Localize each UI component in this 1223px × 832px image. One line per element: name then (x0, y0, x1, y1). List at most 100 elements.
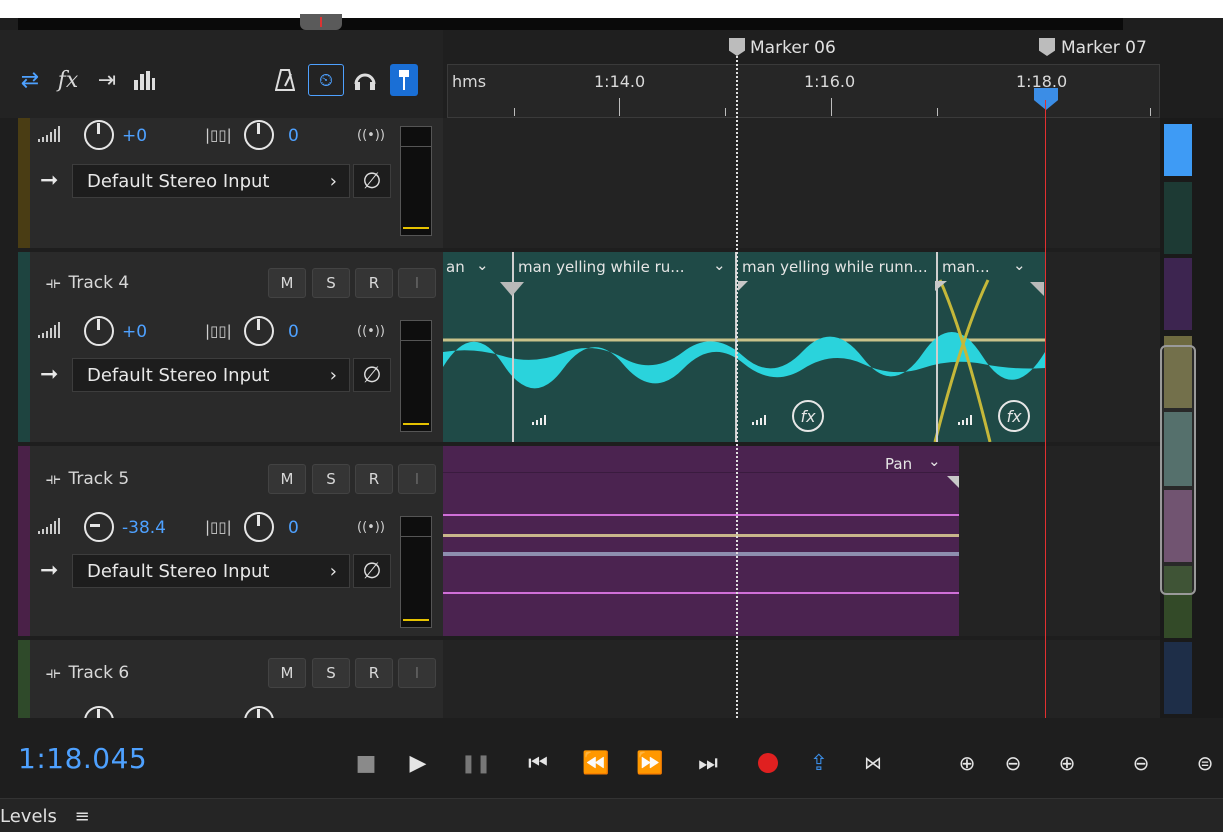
track-6-lane[interactable] (443, 640, 1160, 718)
eq-bars-icon[interactable] (126, 64, 162, 96)
sends-icon[interactable]: ⇥ (92, 64, 122, 96)
levels-panel-title[interactable]: Levels (0, 806, 57, 827)
track-5-stereo-icon[interactable]: ((•)) (357, 520, 385, 535)
track-4-input-arrow-icon: ➞ (40, 362, 59, 387)
zoom-in-amplitude-icon[interactable]: ⊕ (950, 748, 984, 778)
clip-fx-icon[interactable]: fx (792, 400, 824, 432)
track-5-clip-area[interactable] (443, 446, 959, 636)
envelope-line[interactable] (443, 514, 959, 516)
chevron-down-icon[interactable]: ⌄ (476, 256, 489, 274)
time-select-icon[interactable]: ⏲ (308, 64, 344, 96)
marker-07-label[interactable]: Marker 07 (1061, 38, 1147, 58)
track-4-input-select[interactable]: Default Stereo Input › (72, 358, 350, 392)
track-3-input-select[interactable]: Default Stereo Input › (72, 164, 350, 198)
track-6-name-row[interactable]: ⟛ Track 6 (46, 658, 129, 688)
marker-06-label[interactable]: Marker 06 (750, 38, 836, 58)
track-6-volume-knob[interactable] (84, 706, 114, 718)
track-3-pan-knob[interactable] (244, 120, 274, 150)
track-5-mute-button[interactable]: M (268, 464, 306, 494)
clip-boundary[interactable] (512, 252, 514, 442)
track-4-record-button[interactable]: R (355, 268, 393, 298)
track-6-pan-knob[interactable] (244, 706, 274, 718)
panel-menu-icon[interactable]: ≡ (75, 806, 90, 827)
clip-volume-icon[interactable] (752, 410, 766, 429)
envelope-line[interactable] (443, 592, 959, 594)
track-5-name-row[interactable]: ⟛ Track 5 (46, 464, 129, 494)
track-4-mute-button[interactable]: M (268, 268, 306, 298)
track-4-input-monitor-button[interactable]: I (398, 268, 436, 298)
zoom-in-time-icon[interactable]: ⊕ (1050, 748, 1084, 778)
track-3-volume-knob[interactable] (84, 120, 114, 150)
track-5-volume-knob[interactable] (84, 512, 114, 542)
track-5-envelope-label[interactable]: Pan (885, 455, 912, 473)
snap-icon[interactable] (390, 64, 418, 96)
track-6-input-monitor-button[interactable]: I (398, 658, 436, 688)
clip-volume-icon[interactable] (958, 410, 972, 429)
track-5-input-monitor-button[interactable]: I (398, 464, 436, 494)
track-6-name[interactable]: Track 6 (69, 663, 130, 683)
track-6-mute-button[interactable]: M (268, 658, 306, 688)
track-4-name-row[interactable]: ⟛ Track 4 (46, 268, 129, 298)
clip-fx-icon[interactable]: fx (998, 400, 1030, 432)
track-4-solo-button[interactable]: S (312, 268, 350, 298)
track-4-volume-value[interactable]: +0 (122, 322, 147, 342)
loop-playback-icon[interactable]: ⇪ (804, 748, 834, 778)
zoom-out-time-icon[interactable]: ⊖ (1124, 748, 1158, 778)
track-5-name[interactable]: Track 5 (69, 469, 130, 489)
track-4-pan-value[interactable]: 0 (288, 322, 299, 342)
skip-to-end-icon[interactable]: ⏭ (694, 748, 722, 778)
track-5-pan-value[interactable]: 0 (288, 518, 299, 538)
track-4-name[interactable]: Track 4 (69, 273, 130, 293)
rewind-icon[interactable]: ⏪ (578, 748, 614, 778)
track-3-pan-value[interactable]: 0 (288, 126, 299, 146)
fade-handle-icon[interactable] (500, 282, 524, 296)
track-4-clip-1-title[interactable]: an (446, 258, 465, 276)
loop-icon[interactable]: ⇄ (18, 64, 42, 96)
overview-viewport-handle[interactable] (1160, 345, 1196, 595)
skip-to-start-icon[interactable]: ⏮ (524, 748, 552, 778)
chevron-down-icon[interactable]: ⌄ (928, 452, 941, 470)
zoom-navigator-handle[interactable] (300, 14, 342, 30)
track-5-input-select[interactable]: Default Stereo Input › (72, 554, 350, 588)
track-5-solo-button[interactable]: S (312, 464, 350, 494)
levels-panel-tab[interactable]: Levels ≡ (0, 806, 90, 827)
track-3-stereo-icon[interactable]: ((•)) (357, 128, 385, 143)
track-4-clip-4-title[interactable]: man... (942, 258, 990, 276)
track-4-volume-knob[interactable] (84, 316, 114, 346)
zoom-out-amplitude-icon[interactable]: ⊖ (996, 748, 1030, 778)
track-4-phase-invert-button[interactable]: ∅ (353, 358, 391, 392)
track-4-clip-3-title[interactable]: man yelling while runn... (742, 258, 928, 276)
play-icon[interactable]: ▶ (404, 748, 432, 778)
track-4-stereo-icon[interactable]: ((•)) (357, 324, 385, 339)
track-4-clip-2-title[interactable]: man yelling while ru... (518, 258, 685, 276)
record-icon[interactable] (754, 748, 782, 778)
track-6-record-button[interactable]: R (355, 658, 393, 688)
zoom-full-icon[interactable]: ⊜ (1190, 748, 1220, 778)
track-3-phase-invert-button[interactable]: ∅ (353, 164, 391, 198)
track-5-volume-value[interactable]: -38.4 (122, 518, 166, 538)
chevron-down-icon[interactable]: ⌄ (713, 256, 726, 274)
skip-selection-icon[interactable]: ⋈ (858, 748, 888, 778)
track-5-pan-knob[interactable] (244, 512, 274, 542)
envelope-line[interactable] (443, 534, 959, 537)
fade-handle-icon[interactable] (1030, 282, 1044, 296)
track-3-lane[interactable] (443, 118, 1160, 248)
fast-forward-icon[interactable]: ⏩ (632, 748, 668, 778)
track-5-phase-invert-button[interactable]: ∅ (353, 554, 391, 588)
clip-volume-icon[interactable] (532, 410, 546, 429)
track-4-pan-knob[interactable] (244, 316, 274, 346)
track-6-solo-button[interactable]: S (312, 658, 350, 688)
headphones-icon[interactable] (350, 64, 380, 96)
track-5-color-strip (18, 446, 30, 636)
pause-icon[interactable]: ❚❚ (461, 748, 491, 778)
chevron-down-icon[interactable]: ⌄ (1013, 256, 1026, 274)
fx-icon[interactable]: fx (50, 64, 86, 96)
envelope-line[interactable] (443, 552, 959, 556)
track-5-record-button[interactable]: R (355, 464, 393, 494)
current-time-display[interactable]: 1:18.045 (18, 742, 147, 775)
metronome-icon[interactable] (270, 64, 300, 96)
playhead-line[interactable] (1045, 100, 1046, 718)
stop-icon[interactable]: ■ (354, 748, 378, 778)
track-3-volume-value[interactable]: +0 (122, 126, 147, 146)
clip-boundary[interactable] (936, 252, 938, 442)
